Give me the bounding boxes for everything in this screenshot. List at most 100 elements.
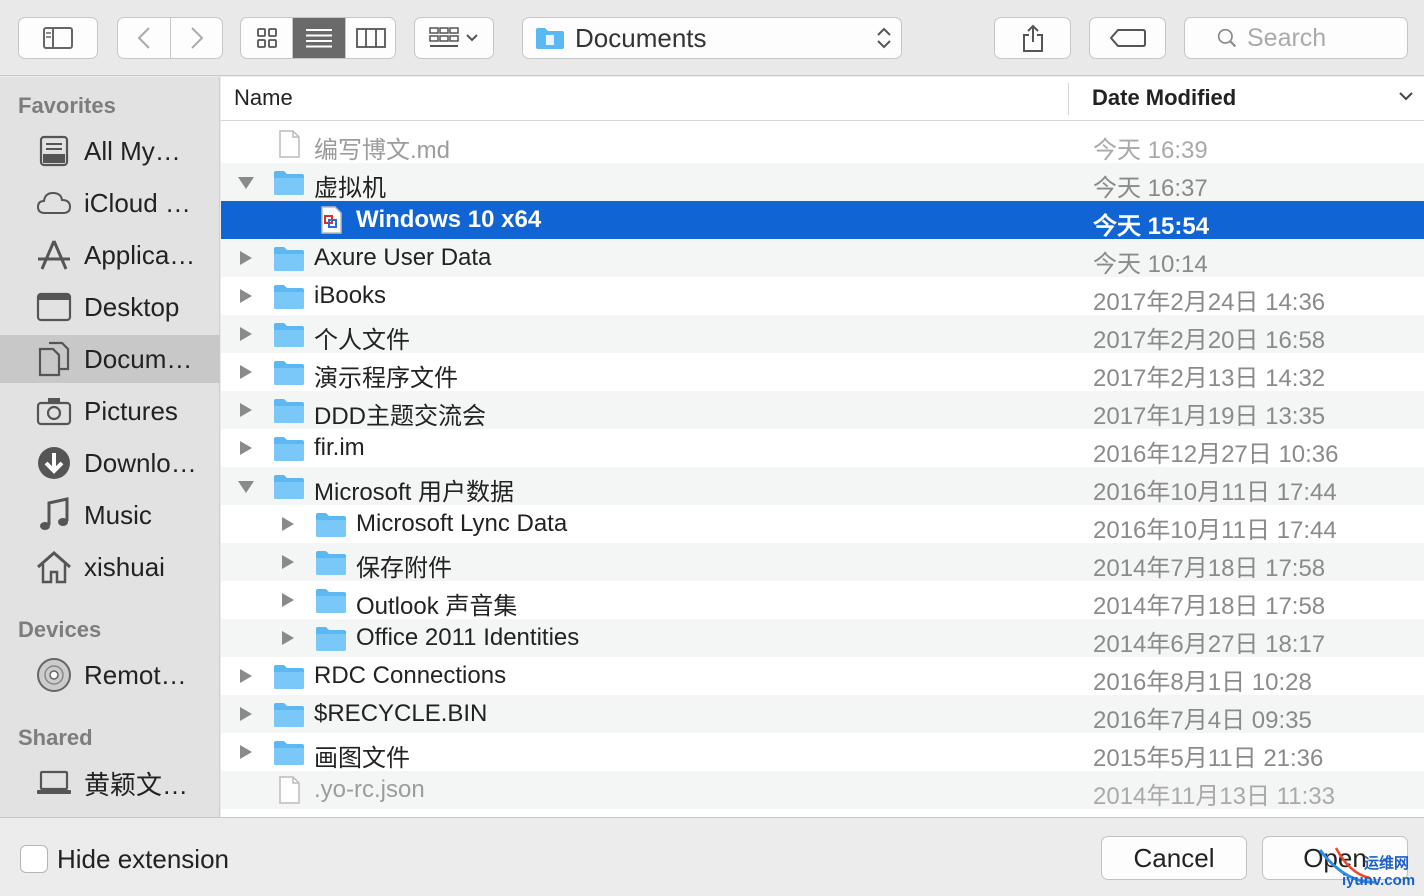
- disclosure-closed-icon[interactable]: [237, 706, 255, 722]
- hide-extension-label: Hide extension: [57, 844, 229, 874]
- table-row[interactable]: Windows 10 x64 今天 15:54: [221, 201, 1424, 240]
- table-row[interactable]: Outlook 声音集 2014年7月18日 17:58: [221, 581, 1424, 620]
- disclosure-closed-icon[interactable]: [237, 668, 255, 684]
- sidebar-item-downloads[interactable]: Downlo…: [0, 439, 220, 487]
- sidebar-item-home[interactable]: xishuai: [0, 543, 220, 591]
- sidebar-toggle-button[interactable]: [18, 17, 98, 59]
- table-row[interactable]: $RECYCLE.BIN 2016年7月4日 09:35: [221, 695, 1424, 734]
- file-date-modified: 2017年2月13日 14:32: [1093, 365, 1326, 392]
- column-header-name[interactable]: Name: [234, 85, 293, 111]
- table-row[interactable]: Microsoft Lync Data 2016年10月11日 17:44: [221, 505, 1424, 544]
- sidebar-item-label: Desktop: [84, 291, 180, 322]
- arrange-icon: [429, 27, 459, 47]
- sidebar-item-shared-computer[interactable]: 黄颖文…: [0, 759, 220, 807]
- folder-icon: [273, 662, 305, 690]
- disclosure-open-icon[interactable]: [237, 174, 255, 190]
- disclosure-closed-icon[interactable]: [279, 554, 297, 570]
- download-icon: [36, 445, 72, 481]
- sidebar-item-label: iCloud …: [84, 187, 191, 218]
- file-name: 个人文件: [314, 327, 410, 354]
- table-row[interactable]: Axure User Data 今天 10:14: [221, 239, 1424, 278]
- sidebar-item-pictures[interactable]: Pictures: [0, 387, 220, 435]
- table-row[interactable]: fir.im 2016年12月27日 10:36: [221, 429, 1424, 468]
- sidebar-item-music[interactable]: Music: [0, 491, 220, 539]
- sidebar-item-remote-disc[interactable]: Remot…: [0, 651, 220, 699]
- file-name: Office 2011 Identities: [356, 624, 580, 651]
- folder-icon: [315, 586, 347, 614]
- search-input[interactable]: [1247, 23, 1407, 53]
- table-row[interactable]: 演示程序文件 2017年2月13日 14:32: [221, 353, 1424, 392]
- forward-button[interactable]: [171, 18, 222, 58]
- folder-icon: [315, 510, 347, 538]
- column-header-date-modified[interactable]: Date Modified: [1092, 85, 1236, 111]
- disclosure-open-icon[interactable]: [237, 478, 255, 494]
- cancel-button[interactable]: Cancel: [1101, 836, 1247, 880]
- file-date-modified: 2014年11月13日 11:33: [1093, 783, 1335, 810]
- disclosure-closed-icon[interactable]: [237, 326, 255, 342]
- table-row[interactable]: 编写博文.md 今天 16:39: [221, 125, 1424, 164]
- share-icon: [1022, 24, 1043, 52]
- table-row[interactable]: 虚拟机 今天 16:37: [221, 163, 1424, 202]
- table-row[interactable]: 保存附件 2014年7月18日 17:58: [221, 543, 1424, 582]
- column-divider[interactable]: [1068, 83, 1069, 115]
- sidebar-item-label: Remot…: [84, 659, 187, 690]
- search-field[interactable]: [1184, 17, 1408, 59]
- folder-icon: [273, 700, 305, 728]
- file-name: 画图文件: [314, 745, 410, 772]
- file-date-modified: 2014年7月18日 17:58: [1093, 555, 1326, 582]
- sidebar-item-label: All My…: [84, 135, 181, 166]
- sidebar-item-icloud-drive[interactable]: iCloud …: [0, 179, 220, 227]
- table-row[interactable]: Office 2011 Identities 2014年6月27日 18:17: [221, 619, 1424, 658]
- file-name: Windows 10 x64: [356, 206, 542, 233]
- arrange-button[interactable]: [414, 17, 494, 59]
- folder-icon: [273, 244, 305, 272]
- file-date-modified: 2016年10月11日 17:44: [1093, 517, 1337, 544]
- tag-icon: [1109, 29, 1146, 47]
- disc-icon: [36, 657, 72, 693]
- sidebar-item-documents[interactable]: Docum…: [0, 335, 220, 383]
- share-button[interactable]: [994, 17, 1071, 59]
- folder-icon: [273, 358, 305, 386]
- table-row[interactable]: DDD主题交流会 2017年1月19日 13:35: [221, 391, 1424, 430]
- disclosure-closed-icon[interactable]: [237, 440, 255, 456]
- table-row[interactable]: .yo-rc.json 2014年11月13日 11:33: [221, 771, 1424, 810]
- tags-button[interactable]: [1089, 17, 1166, 59]
- folder-icon: [273, 396, 305, 424]
- hide-extension-checkbox[interactable]: [20, 845, 48, 873]
- list-view-button[interactable]: [293, 18, 346, 58]
- computer-icon: [36, 765, 72, 801]
- file-date-modified: 今天 10:14: [1093, 251, 1208, 278]
- disclosure-closed-icon[interactable]: [237, 288, 255, 304]
- sidebar-item-label: Docum…: [84, 343, 193, 374]
- path-popup-label: Documents: [575, 22, 707, 53]
- path-popup[interactable]: Documents: [522, 17, 902, 59]
- file-date-modified: 2017年2月24日 14:36: [1093, 289, 1326, 316]
- table-row[interactable]: RDC Connections 2016年8月1日 10:28: [221, 657, 1424, 696]
- watermark-url: iyunv.com: [1342, 872, 1416, 889]
- sidebar-item-applications[interactable]: Applica…: [0, 231, 220, 279]
- sidebar: Favorites All My… iCloud … Applica… Desk…: [0, 77, 220, 817]
- disclosure-closed-icon[interactable]: [237, 364, 255, 380]
- disclosure-closed-icon[interactable]: [237, 402, 255, 418]
- table-row[interactable]: iBooks 2017年2月24日 14:36: [221, 277, 1424, 316]
- folder-icon: [315, 624, 347, 652]
- file-date-modified: 2016年10月11日 17:44: [1093, 479, 1337, 506]
- disclosure-closed-icon[interactable]: [237, 744, 255, 760]
- table-row[interactable]: 个人文件 2017年2月20日 16:58: [221, 315, 1424, 354]
- file-name: 编写博文.md: [314, 137, 451, 164]
- camera-icon: [36, 393, 72, 429]
- disclosure-closed-icon[interactable]: [237, 250, 255, 266]
- icon-view-button[interactable]: [241, 18, 293, 58]
- disclosure-closed-icon[interactable]: [279, 592, 297, 608]
- disclosure-closed-icon[interactable]: [279, 630, 297, 646]
- table-row[interactable]: Microsoft 用户数据 2016年10月11日 17:44: [221, 467, 1424, 506]
- sidebar-item-desktop[interactable]: Desktop: [0, 283, 220, 331]
- watermark-text: 运维网: [1364, 855, 1410, 872]
- column-view-button[interactable]: [346, 18, 395, 58]
- file-name: fir.im: [314, 434, 365, 461]
- back-button[interactable]: [118, 18, 171, 58]
- updown-chevron-icon: [877, 27, 891, 49]
- disclosure-closed-icon[interactable]: [279, 516, 297, 532]
- sidebar-item-all-my-files[interactable]: All My…: [0, 127, 220, 175]
- table-row[interactable]: 画图文件 2015年5月11日 21:36: [221, 733, 1424, 772]
